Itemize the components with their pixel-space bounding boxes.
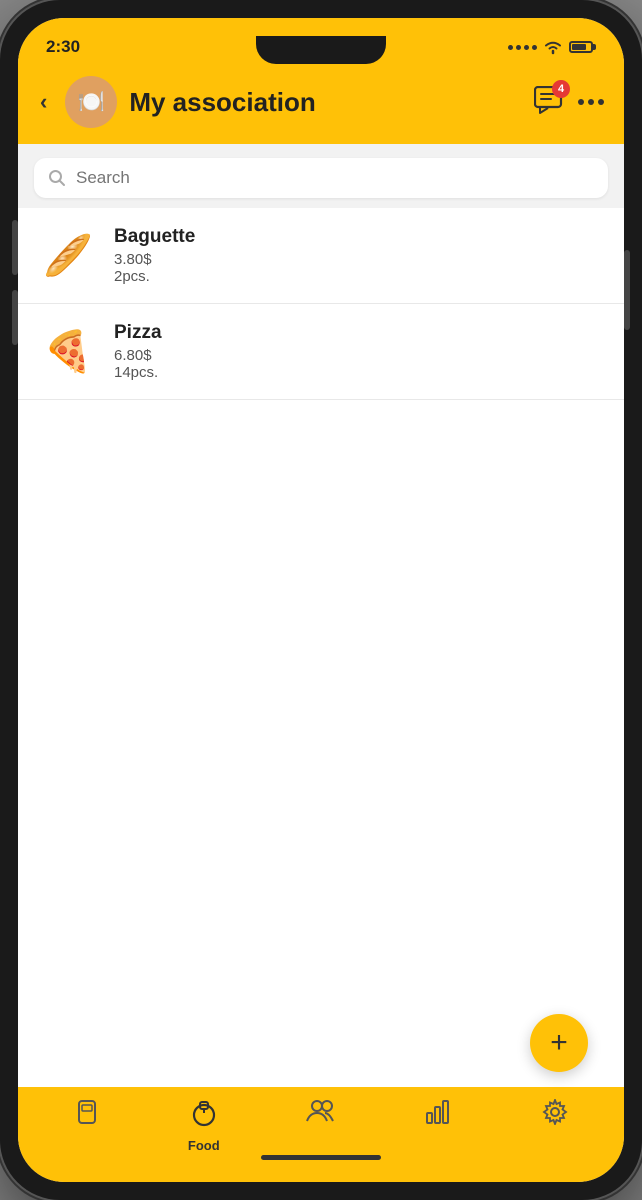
page-title: My association [129, 87, 522, 118]
nav-item-stats[interactable] [380, 1099, 497, 1132]
nav-item-people[interactable] [262, 1099, 379, 1130]
page-header: ‹ 🍽️ My association 4 [18, 68, 624, 144]
stats-icon [425, 1099, 451, 1132]
signal-dots [508, 45, 537, 50]
notification-button[interactable]: 4 [534, 86, 564, 119]
avatar: 🍽️ [65, 76, 117, 128]
more-options-button[interactable] [578, 93, 604, 111]
content-area: 🥖 Baguette 3.80$ 2pcs. 🍕 Pizza 6.80$ 14p… [18, 144, 624, 1087]
item-price: 3.80$ [114, 251, 604, 268]
fab-container: + [530, 1014, 588, 1072]
item-image-pizza: 🍕 [38, 327, 98, 377]
item-price: 6.80$ [114, 347, 604, 364]
item-info-baguette: Baguette 3.80$ 2pcs. [114, 226, 604, 285]
wifi-icon [543, 39, 563, 55]
search-box[interactable] [34, 158, 608, 198]
notch [256, 36, 386, 64]
back-button[interactable]: ‹ [34, 85, 53, 119]
item-name: Pizza [114, 322, 604, 344]
status-icons [508, 39, 596, 55]
people-icon [306, 1099, 336, 1130]
ellipsis-icon [578, 98, 604, 106]
phone-frame: 2:30 [0, 0, 642, 1200]
search-icon [48, 169, 66, 187]
food-label: Food [188, 1138, 220, 1153]
header-actions: 4 [534, 86, 604, 119]
notification-badge: 4 [552, 80, 570, 98]
status-time: 2:30 [46, 37, 80, 57]
search-container [18, 144, 624, 208]
power-button [624, 250, 630, 330]
phone-screen: 2:30 [18, 18, 624, 1182]
item-image-baguette: 🥖 [38, 231, 98, 281]
item-name: Baguette [114, 226, 604, 248]
item-count: 14pcs. [114, 364, 604, 381]
nav-item-food[interactable]: Food [145, 1099, 262, 1153]
bottom-navigation: Food [18, 1087, 624, 1182]
settings-icon [542, 1099, 568, 1132]
list-item[interactable]: 🍕 Pizza 6.80$ 14pcs. [18, 304, 624, 400]
item-list: 🥖 Baguette 3.80$ 2pcs. 🍕 Pizza 6.80$ 14p… [18, 208, 624, 1087]
nav-item-drinks[interactable] [28, 1099, 145, 1134]
item-count: 2pcs. [114, 268, 604, 285]
nav-item-settings[interactable] [497, 1099, 614, 1132]
battery-icon [569, 41, 596, 53]
add-item-button[interactable]: + [530, 1014, 588, 1072]
food-icon [190, 1099, 218, 1134]
search-input[interactable] [76, 168, 594, 188]
home-indicator [261, 1155, 381, 1160]
item-info-pizza: Pizza 6.80$ 14pcs. [114, 322, 604, 381]
drinks-icon [74, 1099, 100, 1134]
list-item[interactable]: 🥖 Baguette 3.80$ 2pcs. [18, 208, 624, 304]
